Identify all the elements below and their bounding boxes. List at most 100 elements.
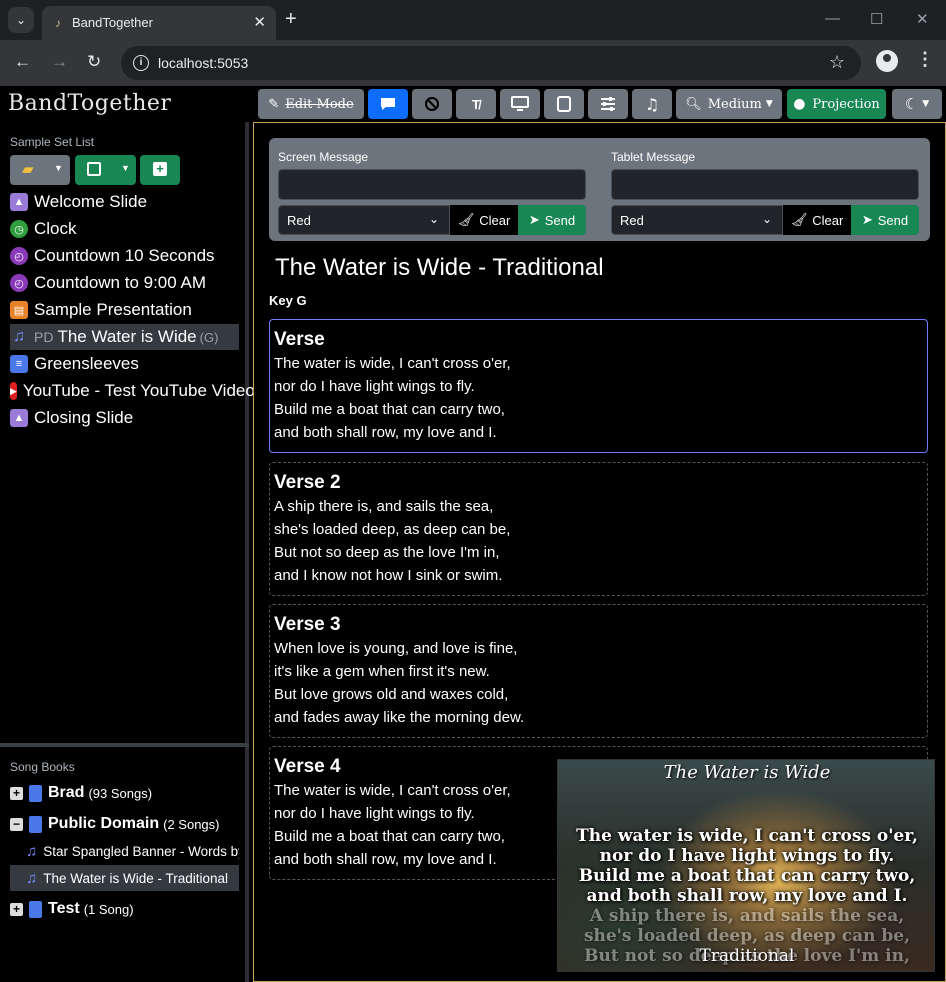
blank-screen-button[interactable] <box>412 89 452 119</box>
projection-button[interactable]: ● Projection <box>787 89 886 119</box>
projection-preview: The Water is Wide The water is wide, I c… <box>557 759 935 972</box>
songbook-test[interactable]: + Test (1 Song) <box>10 896 134 922</box>
size-label: Medium <box>707 96 762 112</box>
verse-line: But love grows old and waxes cold, <box>274 686 509 703</box>
screen-message-label: Screen Message <box>278 150 369 164</box>
setlist-item[interactable]: ◴ Countdown to 9:00 AM <box>10 270 239 296</box>
bookmark-star-icon[interactable]: ☆ <box>829 52 845 73</box>
verse-line: and both shall row, my love and I. <box>274 424 497 441</box>
music-note-icon: ♫ <box>26 869 38 887</box>
browser-tab[interactable]: ♪ BandTogether ✕ <box>42 6 276 40</box>
tab-close-icon[interactable]: ✕ <box>253 13 266 31</box>
favicon-icon: ♪ <box>55 16 61 30</box>
verse-card-selected[interactable]: Verse The water is wide, I can't cross o… <box>269 319 928 453</box>
tablet-message-input[interactable] <box>611 169 919 200</box>
setlist-item[interactable]: ◷ Clock <box>10 216 239 242</box>
new-tab-icon[interactable]: + <box>285 8 297 30</box>
song-title: The Water is Wide - Traditional <box>43 870 229 886</box>
caret-down-icon: ▼ <box>922 99 930 109</box>
panel-splitter[interactable] <box>0 743 249 747</box>
user-icon: ● <box>793 96 806 112</box>
tablet-message-label: Tablet Message <box>611 150 696 164</box>
collapse-icon[interactable]: − <box>10 817 23 831</box>
setlist-item[interactable]: ▤ Sample Presentation <box>10 297 239 323</box>
setlist-item-label: The Water is Wide <box>57 327 197 346</box>
setlist-item-label: Closing Slide <box>34 408 134 427</box>
forward-icon[interactable]: → <box>51 52 68 72</box>
tablet-clear-button[interactable]: 🧹︎ Clear <box>783 205 851 235</box>
song-key-badge: (G) <box>199 329 219 345</box>
expand-icon[interactable]: + <box>10 786 23 800</box>
songbook-name: Public Domain <box>48 815 160 832</box>
setlist-item[interactable]: ≡ Greensleeves <box>10 351 239 377</box>
add-item-button[interactable]: + <box>140 155 180 185</box>
save-setlist-button[interactable]: ▼ <box>75 155 136 185</box>
tablet-button[interactable] <box>544 89 584 119</box>
setlist-item[interactable]: ▶ YouTube - Test YouTube Video <box>10 378 255 404</box>
browser-menu-icon[interactable]: ⋮ <box>916 49 934 70</box>
screen-message-input[interactable] <box>278 169 586 200</box>
clear-text-button[interactable]: T̸ <box>456 89 496 119</box>
verse-line: When love is young, and love is fine, <box>274 640 518 657</box>
browser-toolbar: ← → ↻ i localhost:5053 ☆ ⋮ <box>0 40 946 86</box>
address-bar[interactable]: i localhost:5053 ☆ <box>121 46 861 80</box>
chevron-down-icon: ⌄ <box>761 212 772 226</box>
verse-card[interactable]: Verse 3 When love is young, and love is … <box>269 604 928 738</box>
songbook-count: (93 Songs) <box>88 785 153 801</box>
url-text[interactable]: localhost:5053 <box>158 55 248 71</box>
songbooks-title: Song Books <box>10 760 75 774</box>
tablet-color-value: Red <box>620 213 644 228</box>
clock-icon: ◷ <box>10 220 28 238</box>
screen-clear-button[interactable]: 🧹︎ Clear <box>450 205 518 235</box>
setlist-item-selected[interactable]: ♫ PD The Water is Wide (G) <box>10 324 239 350</box>
screen-color-select[interactable]: Red ⌄ <box>278 205 450 235</box>
songbook-public-domain[interactable]: − Public Domain (2 Songs) <box>10 811 220 837</box>
paper-plane-icon: ➤ <box>528 212 540 227</box>
preview-line: Build me a boat that can carry two, <box>578 866 916 886</box>
song-list-item-selected[interactable]: ♫ The Water is Wide - Traditional <box>10 865 239 891</box>
screen-send-button[interactable]: ➤ Send <box>518 205 586 235</box>
profile-icon[interactable] <box>876 50 898 72</box>
image-icon: ▲ <box>10 193 28 211</box>
tablet-send-button[interactable]: ➤ Send <box>851 205 919 235</box>
site-info-icon[interactable]: i <box>133 55 149 71</box>
back-icon[interactable]: ← <box>14 52 31 72</box>
display-button[interactable] <box>500 89 540 119</box>
song-list-item[interactable]: ♫ Star Spangled Banner - Words by... <box>10 838 239 864</box>
pencil-icon: ✎ <box>268 96 280 112</box>
caret-down-icon: ▼ <box>121 163 130 173</box>
open-setlist-button[interactable]: ▰ ▼ <box>10 155 70 185</box>
caret-down-icon: ▼ <box>765 99 773 109</box>
close-window-icon[interactable]: ✕ <box>916 10 929 28</box>
search-icon: 🔍︎ <box>685 96 702 112</box>
verse-line: and fades away like the morning dew. <box>274 709 525 726</box>
size-dropdown[interactable]: 🔍︎ Medium ▼ <box>676 89 782 119</box>
theme-dropdown[interactable]: ☾ ▼ <box>892 89 942 119</box>
reload-icon[interactable]: ↻ <box>87 52 101 72</box>
setlist-item-label: YouTube - Test YouTube Video <box>22 381 255 400</box>
text-slash-icon: T̸ <box>472 96 480 112</box>
send-label: Send <box>544 212 576 228</box>
projection-label: Projection <box>812 96 880 112</box>
left-panel: Sample Set List ▰ ▼ ▼ + ▲ Welcome Slide … <box>0 122 255 982</box>
verse-line: it's like a gem when first it's new. <box>274 663 490 680</box>
settings-button[interactable] <box>588 89 628 119</box>
songbook-count: (2 Songs) <box>163 816 220 832</box>
preview-next-line: she's loaded deep, as deep can be, <box>583 926 911 946</box>
tablet-color-select[interactable]: Red ⌄ <box>611 205 783 235</box>
songbook-name: Test <box>48 900 80 917</box>
setlist-item[interactable]: ◴ Countdown 10 Seconds <box>10 243 239 269</box>
verse-card[interactable]: Verse 2 A ship there is, and sails the s… <box>269 462 928 596</box>
setlist-item[interactable]: ▲ Closing Slide <box>10 405 239 431</box>
message-button[interactable] <box>368 89 408 119</box>
verse-line: A ship there is, and sails the sea, <box>274 498 494 515</box>
edit-mode-button[interactable]: ✎ Edit Mode <box>258 89 364 119</box>
music-button[interactable]: ♫ <box>632 89 672 119</box>
verse-line: The water is wide, I can't cross o'er, <box>274 355 511 372</box>
maximize-icon[interactable]: ☐ <box>870 10 883 28</box>
songbook-brad[interactable]: + Brad (93 Songs) <box>10 780 152 806</box>
expand-icon[interactable]: + <box>10 902 23 916</box>
minimize-icon[interactable]: — <box>825 10 840 27</box>
setlist-item[interactable]: ▲ Welcome Slide <box>10 189 239 215</box>
tab-search-chevron-icon[interactable]: ⌄ <box>8 7 34 33</box>
